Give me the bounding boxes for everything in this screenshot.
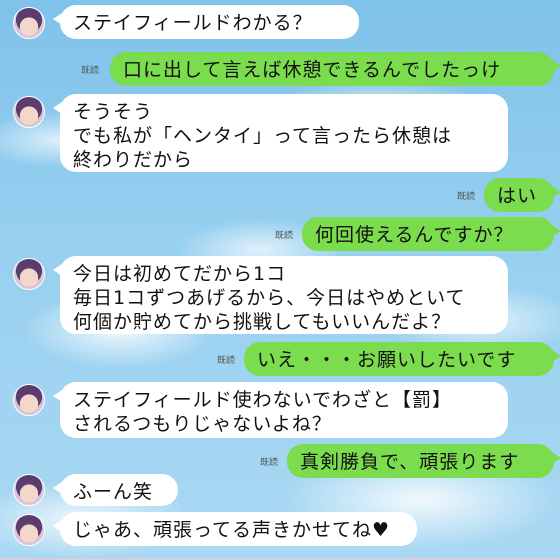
read-receipt: 既読 [216, 356, 235, 366]
incoming-message-bubble: ステイフィールドわかる？ [53, 5, 359, 39]
outgoing-message-bubble: はい [484, 178, 560, 212]
incoming-message-bubble: そうそう でも私が「ヘンタイ」って言ったら休憩は 終わりだから [53, 94, 508, 172]
avatar[interactable] [13, 474, 45, 506]
incoming-message-bubble: ステイフィールド使わないでわざと【罰】 されるつもりじゃないよね？ [53, 382, 508, 438]
avatar[interactable] [13, 384, 45, 416]
read-receipt: 既読 [274, 231, 293, 241]
incoming-message-bubble: 今日は初めてだから1コ 毎日1コずつあげるから、今日はやめといて 何個か貯めてか… [53, 256, 508, 334]
incoming-message-bubble: ふーん笑 [53, 474, 178, 506]
avatar[interactable] [13, 7, 45, 39]
incoming-message-bubble: じゃあ、頑張ってる声きかせてね♥ [53, 512, 417, 546]
outgoing-message-bubble: 何回使えるんですか？ [302, 217, 560, 251]
read-receipt: 既読 [259, 458, 278, 468]
read-receipt: 既読 [456, 192, 475, 202]
avatar[interactable] [13, 258, 45, 290]
outgoing-message-bubble: いえ・・・お願いしたいです [244, 342, 560, 376]
outgoing-message-bubble: 真剣勝負で、頑張ります [287, 444, 560, 478]
avatar[interactable] [13, 514, 45, 546]
outgoing-message-bubble: 口に出して言えば休憩できるんでしたっけ [110, 52, 560, 86]
read-receipt: 既読 [80, 66, 99, 76]
avatar[interactable] [13, 96, 45, 128]
